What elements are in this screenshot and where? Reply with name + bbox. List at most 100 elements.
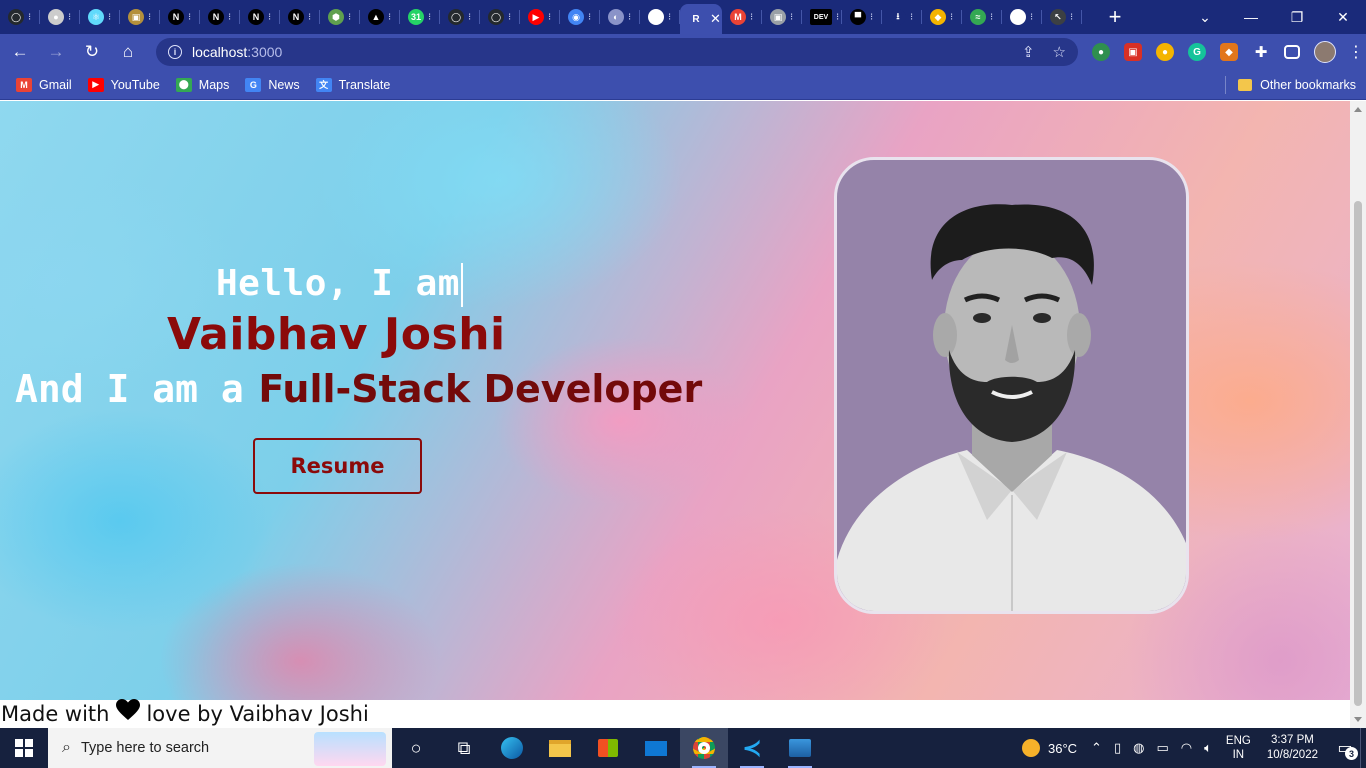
other-bookmarks-link[interactable]: Other bookmarks — [1260, 78, 1356, 92]
wifi-icon[interactable]: ◠ — [1181, 740, 1192, 756]
browser-tab-8[interactable]: ⬢ ⁝ — [320, 0, 360, 34]
browser-tab-0[interactable]: ◯ ⁝ — [0, 0, 40, 34]
browser-tab-after-8[interactable]: ↖ ⁝ — [1042, 0, 1082, 34]
site-info-icon[interactable]: i — [168, 45, 182, 59]
youtube-icon: ▶ — [528, 9, 544, 25]
browser-tab-1[interactable]: ● ⁝ — [40, 0, 80, 34]
resume-button[interactable]: Resume — [253, 438, 422, 494]
windows-taskbar: ⌕ Type here to search ○ ⧉ ≺ 36°C ⌃ ▯ ◍ ▭… — [0, 728, 1366, 768]
chrome-taskbar-icon[interactable] — [680, 728, 728, 768]
tab-overflow-dots: ⁝ — [588, 11, 592, 23]
browser-toolbar: ← → ↻ ⌂ i localhost:3000 ⇪ ☆ ● ▣ ● G ◆ ✚… — [0, 34, 1366, 70]
browser-tab-3[interactable]: ▣ ⁝ — [120, 0, 160, 34]
antivirus-icon[interactable]: ◍ — [1133, 740, 1144, 756]
show-hidden-icons-icon[interactable]: ⌃ — [1091, 740, 1102, 756]
browser-tab-6[interactable]: N ⁝ — [240, 0, 280, 34]
browser-tab-after-2[interactable]: DEV ⁝ — [802, 0, 842, 34]
microsoft-store-icon[interactable] — [584, 728, 632, 768]
tab-overflow-dots: ⁝ — [188, 11, 192, 23]
task-view-icon[interactable]: ⧉ — [440, 728, 488, 768]
browser-tab-after-4[interactable]: ⭳ ⁝ — [882, 0, 922, 34]
scroll-down-arrow-icon[interactable] — [1354, 717, 1362, 722]
minimize-button[interactable]: — — [1228, 0, 1274, 34]
bookmark-label: Gmail — [39, 77, 72, 92]
scroll-up-arrow-icon[interactable] — [1354, 107, 1362, 112]
language-indicator[interactable]: ENG IN — [1226, 734, 1251, 762]
close-tab-icon[interactable]: ✕ — [710, 11, 721, 27]
browser-tab-after-7[interactable]: G ⁝ — [1002, 0, 1042, 34]
chrome-icon: ◉ — [568, 9, 584, 25]
extension-globe-icon[interactable]: ● — [1092, 43, 1110, 61]
show-desktop-button[interactable] — [1360, 728, 1366, 768]
browser-tab-12[interactable]: ◯ ⁝ — [480, 0, 520, 34]
restore-button[interactable]: ❐ — [1274, 0, 1320, 34]
browser-tab-7[interactable]: N ⁝ — [280, 0, 320, 34]
edge-icon[interactable] — [488, 728, 536, 768]
browser-tab-after-6[interactable]: ≈ ⁝ — [962, 0, 1002, 34]
bookmark-translate[interactable]: 文 Translate — [315, 77, 390, 92]
browser-tab-15[interactable]: ◐ ⁝ — [600, 0, 640, 34]
browser-tab-16[interactable]: ◐ ⁝ — [640, 0, 680, 34]
hello-text: Hello, I am — [216, 263, 460, 304]
scrollbar-thumb[interactable] — [1354, 201, 1362, 706]
forward-button[interactable]: → — [40, 36, 72, 68]
active-tab[interactable]: R ✕ — [680, 4, 722, 34]
close-window-button[interactable]: ✕ — [1320, 0, 1366, 34]
bookmark-maps[interactable]: ⬤ Maps — [175, 77, 229, 92]
tagline: And I am a Full-Stack Developer — [15, 367, 702, 412]
reload-button[interactable]: ↻ — [76, 36, 108, 68]
cortana-icon[interactable]: ○ — [392, 728, 440, 768]
bookmark-gmail[interactable]: M Gmail — [16, 77, 72, 92]
grammarly-icon[interactable]: G — [1188, 43, 1206, 61]
vertical-scrollbar[interactable] — [1350, 101, 1366, 728]
home-button[interactable]: ⌂ — [112, 36, 144, 68]
browser-menu-icon[interactable]: ⋮ — [1348, 42, 1364, 62]
mail-icon[interactable] — [632, 728, 680, 768]
browser-tab-2[interactable]: ⚛ ⁝ — [80, 0, 120, 34]
browser-tab-14[interactable]: ◉ ⁝ — [560, 0, 600, 34]
browser-tab-11[interactable]: ◯ ⁝ — [440, 0, 480, 34]
bookmark-youtube[interactable]: ▶ YouTube — [87, 77, 160, 92]
taskbar-search[interactable]: ⌕ Type here to search — [48, 728, 392, 768]
browser-tab-4[interactable]: N ⁝ — [160, 0, 200, 34]
maps-icon: ⬤ — [175, 77, 192, 92]
back-button[interactable]: ← — [4, 36, 36, 68]
tab-overflow-dots: ⁝ — [990, 11, 994, 23]
browser-tab-after-5[interactable]: ◆ ⁝ — [922, 0, 962, 34]
browser-tab-5[interactable]: N ⁝ — [200, 0, 240, 34]
extension-red-icon[interactable]: ▣ — [1124, 43, 1142, 61]
clock[interactable]: 3:37 PM 10/8/2022 — [1267, 733, 1318, 763]
new-tab-button[interactable]: + — [1100, 4, 1130, 30]
tab-overflow-dots: ⁝ — [790, 11, 794, 23]
browser-tab-9[interactable]: ▲ ⁝ — [360, 0, 400, 34]
nodejs-icon: ⬢ — [328, 9, 344, 25]
browser-tab-13[interactable]: ▶ ⁝ — [520, 0, 560, 34]
weather-widget[interactable]: 36°C — [1022, 739, 1077, 757]
photos-icon[interactable] — [776, 728, 824, 768]
metamask-icon[interactable]: ◆ — [1220, 43, 1238, 61]
file-explorer-icon[interactable] — [536, 728, 584, 768]
address-bar[interactable]: i localhost:3000 ⇪ ☆ — [156, 38, 1078, 66]
start-button[interactable] — [0, 728, 48, 768]
weather-sun-icon — [1022, 739, 1040, 757]
notification-center-icon[interactable]: ▭ 3 — [1330, 728, 1360, 768]
volume-icon[interactable]: 🔈︎ — [1204, 740, 1212, 756]
device-icon[interactable]: ▯ — [1114, 740, 1121, 756]
profile-avatar[interactable] — [1314, 41, 1336, 63]
side-panel-icon[interactable] — [1284, 45, 1300, 59]
tab-search-icon[interactable]: ⌄ — [1182, 0, 1228, 34]
browser-tab-after-3[interactable]: ▀ ⁝ — [842, 0, 882, 34]
browser-tab-10[interactable]: 31 ⁝ — [400, 0, 440, 34]
share-icon[interactable]: ⇪ — [1022, 43, 1035, 61]
extension-yellow-icon[interactable]: ● — [1156, 43, 1174, 61]
extensions-puzzle-icon[interactable]: ✚ — [1252, 43, 1270, 61]
browser-tab-after-0[interactable]: M ⁝ — [722, 0, 762, 34]
tagline-role: Full-Stack Developer — [258, 367, 703, 411]
battery-icon[interactable]: ▭ — [1156, 740, 1168, 756]
lang-line1: ENG — [1225, 735, 1251, 747]
bookmark-news[interactable]: G News — [245, 77, 300, 92]
vscode-icon[interactable]: ≺ — [728, 728, 776, 768]
browser-tab-after-1[interactable]: ▣ ⁝ — [762, 0, 802, 34]
avatar-tab-icon: ● — [48, 9, 64, 25]
bookmark-star-icon[interactable]: ☆ — [1053, 43, 1066, 61]
